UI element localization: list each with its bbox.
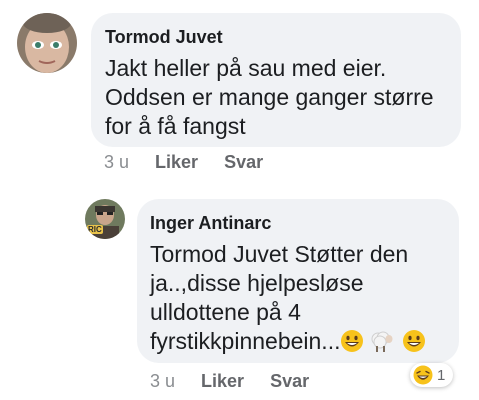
avatar-inger[interactable]: RIC bbox=[85, 199, 125, 239]
comment-bubble: Tormod Juvet Jakt heller på sau med eier… bbox=[91, 13, 461, 147]
reply-text: Tormod Juvet Støtter den ja..,disse hjel… bbox=[150, 240, 459, 360]
comment-author[interactable]: Tormod Juvet bbox=[105, 27, 461, 48]
comment-text: Jakt heller på sau med eier. Oddsen er m… bbox=[105, 55, 434, 139]
like-button[interactable]: Liker bbox=[155, 152, 198, 173]
reply-button[interactable]: Svar bbox=[270, 371, 309, 392]
smiley-emoji bbox=[402, 329, 426, 360]
avatar-badge: RIC bbox=[88, 225, 102, 234]
comment-timestamp[interactable]: 3 u bbox=[104, 152, 129, 173]
reply-author[interactable]: Inger Antinarc bbox=[150, 213, 459, 234]
reply-actions: 3 u Liker Svar bbox=[150, 371, 335, 392]
sheep-emoji bbox=[368, 329, 394, 360]
laughing-reaction-icon bbox=[413, 365, 433, 385]
reply-button[interactable]: Svar bbox=[224, 152, 263, 173]
reaction-summary[interactable]: 1 bbox=[410, 363, 454, 387]
reply-bubble: Inger Antinarc Tormod Juvet Støtter den … bbox=[137, 199, 459, 363]
like-button[interactable]: Liker bbox=[201, 371, 244, 392]
smiley-emoji bbox=[340, 329, 364, 360]
reaction-count: 1 bbox=[437, 366, 446, 384]
avatar-tormod[interactable] bbox=[17, 13, 77, 73]
reply-timestamp[interactable]: 3 u bbox=[150, 371, 175, 392]
comment-actions: 3 u Liker Svar bbox=[104, 152, 289, 173]
